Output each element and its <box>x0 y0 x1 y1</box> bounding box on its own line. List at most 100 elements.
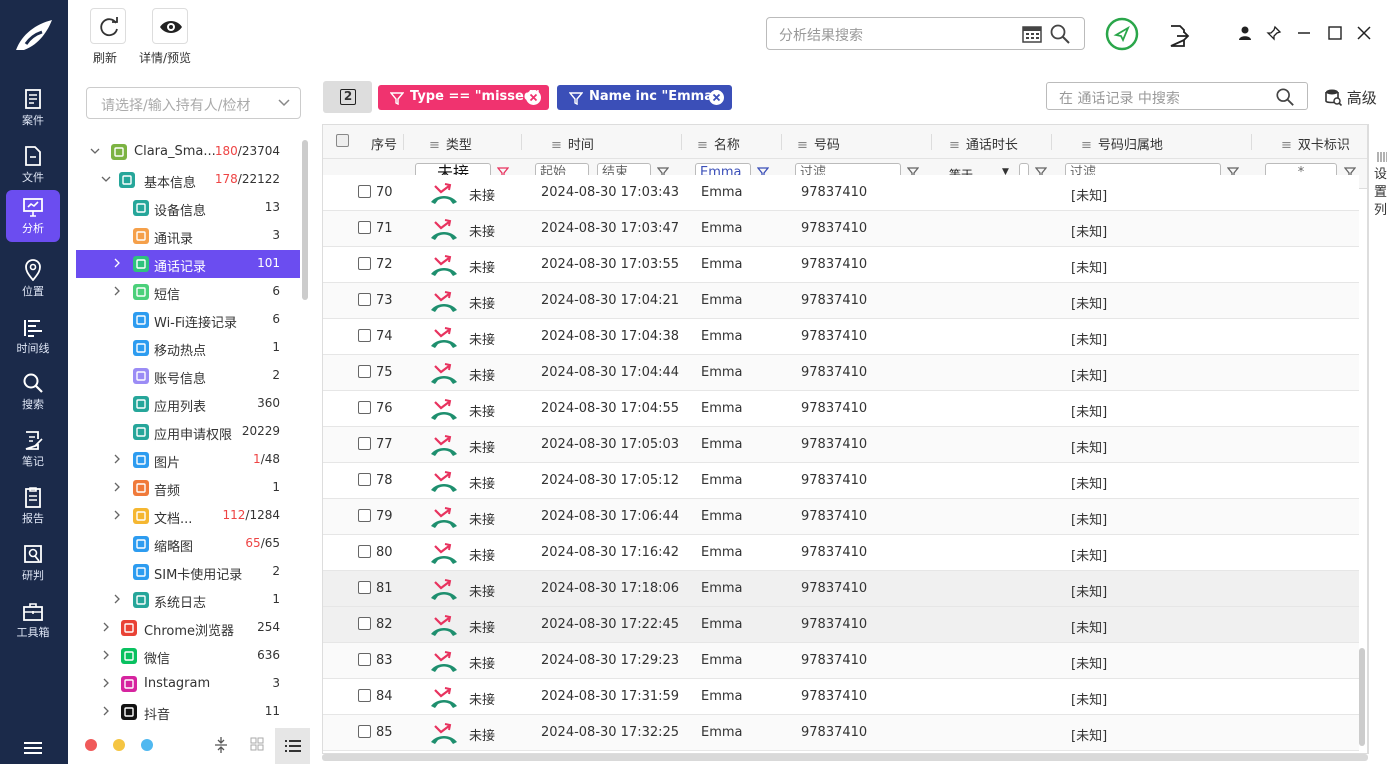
column-menu-icon[interactable]: ≡ <box>1281 138 1292 153</box>
nav-item-search[interactable]: 搜索 <box>6 366 60 418</box>
row-checkbox[interactable] <box>358 293 371 306</box>
tree-item[interactable]: 短信 6 <box>76 278 300 306</box>
table-row[interactable]: 78 未接 2024-08-30 17:05:12 Emma 97837410 [未知] <box>323 463 1359 499</box>
grid-horizontal-scrollbar[interactable] <box>322 754 1368 761</box>
column-menu-icon[interactable]: ≡ <box>949 138 960 153</box>
nav-item-file[interactable]: 文件 <box>6 139 60 191</box>
tree-item[interactable]: 应用申请权限 20229 <box>76 418 300 446</box>
table-row[interactable]: 73 未接 2024-08-30 17:04:21 Emma 97837410 [未知] <box>323 283 1359 319</box>
table-search-input[interactable]: 在 通话记录 中搜索 <box>1046 82 1308 110</box>
tree-item[interactable]: Clara_Sma... 180/23704 <box>76 138 300 166</box>
tree-item[interactable]: 通讯录 3 <box>76 222 300 250</box>
filter-chip-type[interactable]: Type == "missed" <box>378 85 549 110</box>
status-icon[interactable] <box>1105 17 1139 51</box>
table-row[interactable]: 83 未接 2024-08-30 17:29:23 Emma 97837410 [未知] <box>323 643 1359 679</box>
row-checkbox[interactable] <box>358 437 371 450</box>
filter-chip-name[interactable]: Name inc "Emma" <box>557 85 732 110</box>
tree-item[interactable]: 图片 1/48 <box>76 446 300 474</box>
tree-item[interactable]: 文档... 112/1284 <box>76 502 300 530</box>
tree-item[interactable]: Chrome浏览器 254 <box>76 614 300 642</box>
row-checkbox[interactable] <box>358 725 371 738</box>
row-checkbox[interactable] <box>358 581 371 594</box>
column-header[interactable]: ≡ 名称 <box>697 134 740 153</box>
color-dots-icon[interactable] <box>84 738 154 752</box>
column-divider[interactable] <box>403 134 404 150</box>
tree-scrollbar[interactable] <box>302 140 308 300</box>
chip-close-icon[interactable] <box>526 90 541 105</box>
table-row[interactable]: 74 未接 2024-08-30 17:04:38 Emma 97837410 [未知] <box>323 319 1359 355</box>
table-row[interactable]: 82 未接 2024-08-30 17:22:45 Emma 97837410 [未知] <box>323 607 1359 643</box>
column-menu-icon[interactable]: ≡ <box>1081 138 1092 153</box>
table-row[interactable]: 76 未接 2024-08-30 17:04:55 Emma 97837410 [未知] <box>323 391 1359 427</box>
column-header[interactable]: ≡ 类型 <box>429 134 472 153</box>
table-row[interactable]: 72 未接 2024-08-30 17:03:55 Emma 97837410 [未知] <box>323 247 1359 283</box>
column-menu-icon[interactable]: ≡ <box>551 138 562 153</box>
collapse-icon[interactable] <box>213 736 229 754</box>
tree-item[interactable]: Instagram 3 <box>76 670 300 698</box>
table-row[interactable]: 77 未接 2024-08-30 17:05:03 Emma 97837410 [未知] <box>323 427 1359 463</box>
tree-item[interactable]: 基本信息 178/22122 <box>76 166 300 194</box>
tree-item[interactable]: 抖音 11 <box>76 698 300 726</box>
row-checkbox[interactable] <box>358 401 371 414</box>
nav-item-report[interactable]: 报告 <box>6 480 60 532</box>
chevron-down-icon[interactable] <box>90 146 100 156</box>
column-divider[interactable] <box>681 134 682 150</box>
search-icon[interactable] <box>1275 87 1295 107</box>
tree-item[interactable]: 微信 636 <box>76 642 300 670</box>
row-checkbox[interactable] <box>358 653 371 666</box>
table-row[interactable]: 70 未接 2024-08-30 17:03:43 Emma 97837410 [未知] <box>323 175 1359 211</box>
column-header[interactable]: ≡ 号码 <box>797 134 840 153</box>
nav-item-notes[interactable]: 笔记 <box>6 423 60 475</box>
table-row[interactable]: 79 未接 2024-08-30 17:06:44 Emma 97837410 [未知] <box>323 499 1359 535</box>
row-checkbox[interactable] <box>358 545 371 558</box>
row-checkbox[interactable] <box>358 365 371 378</box>
menu-icon[interactable] <box>22 740 44 756</box>
column-divider[interactable] <box>781 134 782 150</box>
close-icon[interactable] <box>1357 26 1371 40</box>
chevron-right-icon[interactable] <box>101 678 111 688</box>
chip-close-icon[interactable] <box>709 90 724 105</box>
minimize-icon[interactable] <box>1297 31 1311 35</box>
row-checkbox[interactable] <box>358 185 371 198</box>
row-checkbox[interactable] <box>358 617 371 630</box>
table-row[interactable]: 85 未接 2024-08-30 17:32:25 Emma 97837410 [未知] <box>323 715 1359 751</box>
column-menu-icon[interactable]: ≡ <box>429 138 440 153</box>
nav-item-judge[interactable]: 研判 <box>6 537 60 589</box>
chevron-right-icon[interactable] <box>112 594 122 604</box>
column-header[interactable]: 序号 <box>371 134 397 153</box>
tree-item[interactable]: 音频 1 <box>76 474 300 502</box>
row-checkbox[interactable] <box>358 329 371 342</box>
pin-icon[interactable] <box>1266 25 1282 41</box>
maximize-icon[interactable] <box>1328 26 1342 40</box>
column-header[interactable]: ≡ 双卡标识 <box>1281 134 1350 153</box>
row-checkbox[interactable] <box>358 221 371 234</box>
nav-item-analysis[interactable]: 分析 <box>6 190 60 242</box>
detail-preview-button[interactable] <box>152 8 188 44</box>
chevron-right-icon[interactable] <box>112 286 122 296</box>
chevron-right-icon[interactable] <box>112 258 122 268</box>
row-checkbox[interactable] <box>358 257 371 270</box>
filter-count-toggle[interactable]: 2 <box>323 81 372 113</box>
tree-item[interactable]: 设备信息 13 <box>76 194 300 222</box>
export-icon[interactable] <box>1168 24 1190 48</box>
search-icon[interactable] <box>1049 23 1071 45</box>
chevron-right-icon[interactable] <box>101 650 111 660</box>
tree-item[interactable]: Wi-Fi连接记录 6 <box>76 306 300 334</box>
table-row[interactable]: 80 未接 2024-08-30 17:16:42 Emma 97837410 [未知] <box>323 535 1359 571</box>
tree-item[interactable]: 账号信息 2 <box>76 362 300 390</box>
chevron-right-icon[interactable] <box>112 454 122 464</box>
nav-item-location[interactable]: 位置 <box>6 253 60 305</box>
refresh-button[interactable] <box>90 8 126 44</box>
grid-view-icon[interactable] <box>250 737 264 751</box>
row-checkbox[interactable] <box>358 509 371 522</box>
advanced-search-button[interactable]: 高级 <box>1324 87 1377 108</box>
set-columns-panel[interactable]: 设置列 <box>1368 124 1398 754</box>
column-header[interactable]: ≡ 时间 <box>551 134 594 153</box>
grid-scrollbar[interactable] <box>1359 648 1365 746</box>
chevron-right-icon[interactable] <box>101 622 111 632</box>
tree-item[interactable]: 系统日志 1 <box>76 586 300 614</box>
nav-item-case[interactable]: 案件 <box>6 82 60 134</box>
column-header[interactable]: ≡ 通话时长 <box>949 134 1018 153</box>
tree-item[interactable]: 通话记录 101 <box>76 250 300 278</box>
calendar-icon[interactable] <box>1021 24 1043 44</box>
